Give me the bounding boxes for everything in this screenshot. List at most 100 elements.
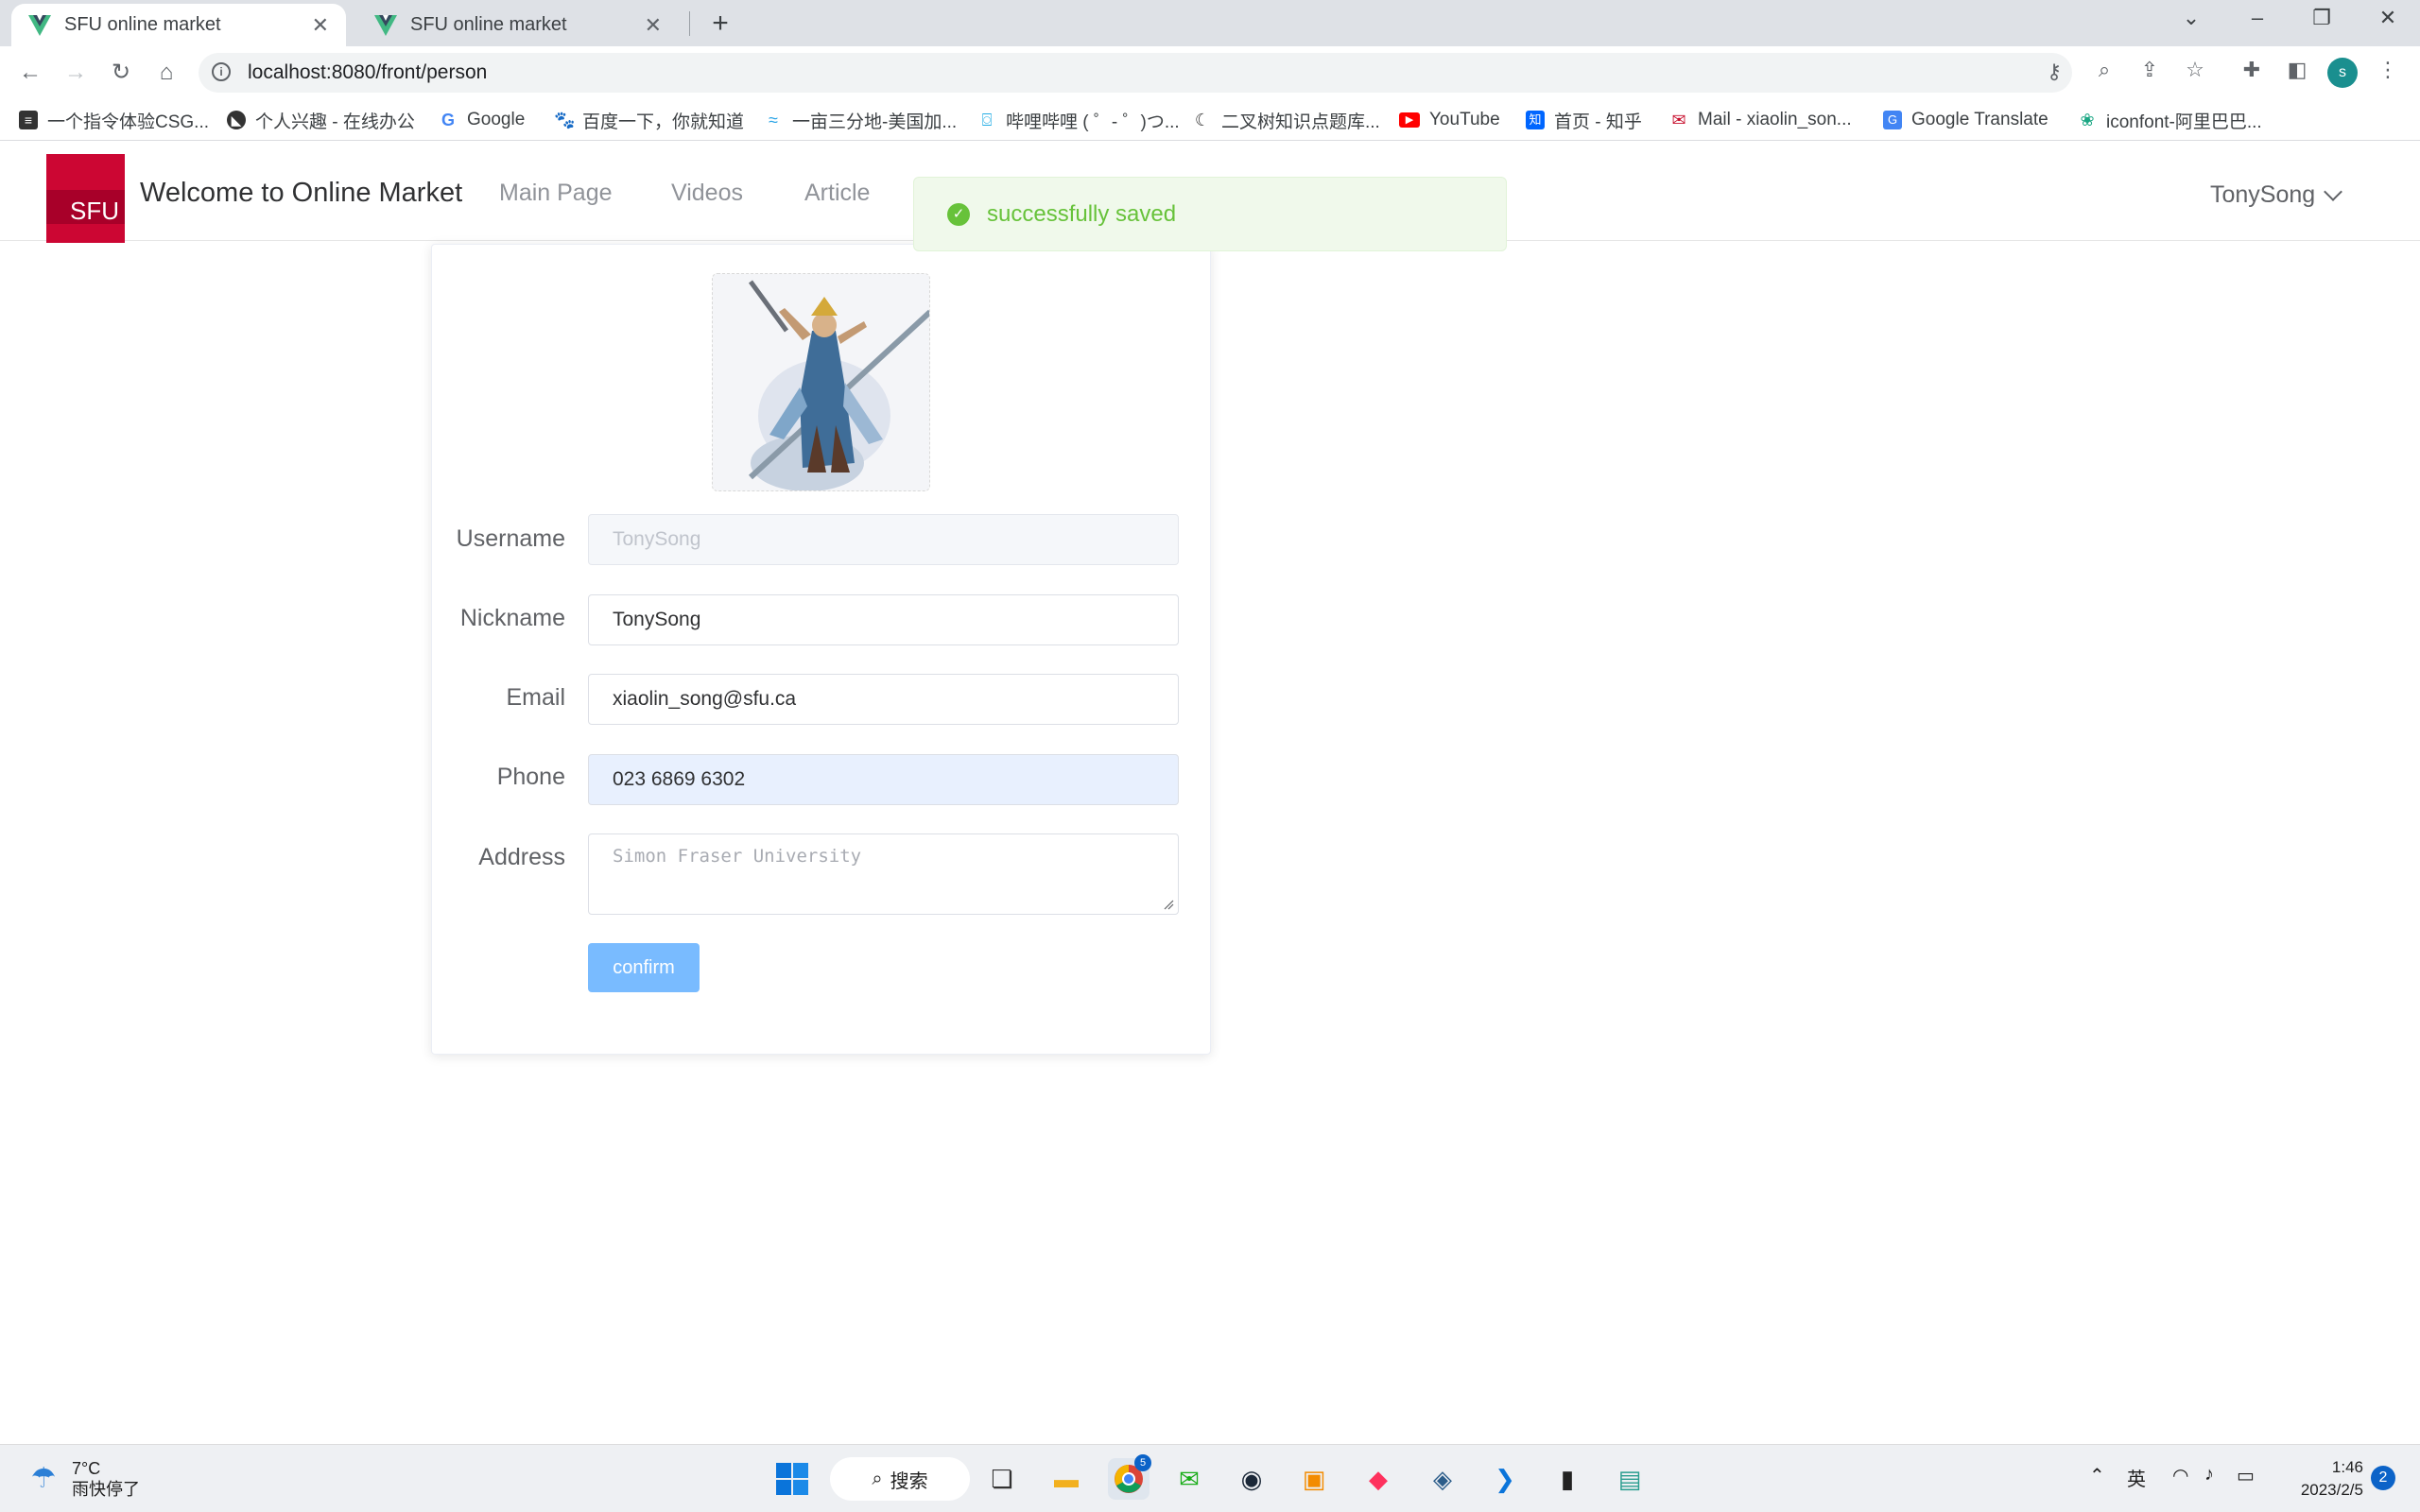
app-window-icon[interactable]: ▤ bbox=[1609, 1458, 1651, 1500]
bookmark-item[interactable]: G Google Translate bbox=[1883, 107, 2048, 133]
address-value: Simon Fraser University bbox=[613, 846, 862, 867]
battery-icon[interactable]: ▭ bbox=[2237, 1464, 2255, 1487]
address-bar[interactable]: i localhost:8080/front/person ⚷ bbox=[199, 53, 2072, 93]
user-dropdown[interactable]: TonySong bbox=[2210, 181, 2343, 209]
chevron-down-icon bbox=[2324, 181, 2343, 201]
check-circle-icon: ✓ bbox=[947, 202, 970, 226]
username-label-text: Username bbox=[456, 525, 565, 552]
share-icon[interactable]: ⇪ bbox=[2135, 58, 2165, 82]
rain-umbrella-icon: ☂ bbox=[30, 1463, 57, 1494]
browser-menu-icon[interactable]: ⋮ bbox=[2373, 58, 2403, 82]
restore-button[interactable]: ❐ bbox=[2303, 6, 2341, 30]
minimize-button[interactable]: – bbox=[2238, 6, 2276, 30]
menu-main-page[interactable]: Main Page bbox=[499, 180, 613, 207]
browser-tab[interactable]: SFU online market ✕ bbox=[357, 4, 679, 46]
site-title: Welcome to Online Market bbox=[140, 178, 463, 208]
google-icon: G bbox=[441, 111, 455, 129]
notification-badge[interactable]: 2 bbox=[2371, 1466, 2395, 1490]
mysql-workbench-icon[interactable]: ◈ bbox=[1422, 1458, 1463, 1500]
taskbar-search[interactable]: ⌕ 搜索 bbox=[830, 1457, 970, 1501]
browser-tab-bar: SFU online market ✕ SFU online market ✕ … bbox=[0, 0, 2420, 46]
iconfont-icon: ❀ bbox=[2080, 111, 2095, 129]
nickname-input[interactable]: TonySong bbox=[588, 594, 1179, 645]
bookmark-item[interactable]: ≡ 一个指令体验CSG... bbox=[19, 107, 209, 133]
intellij-icon[interactable]: ◆ bbox=[1357, 1458, 1399, 1500]
zoom-icon[interactable]: ⌕ bbox=[2089, 58, 2119, 82]
close-tab-icon[interactable]: ✕ bbox=[645, 13, 662, 38]
email-input[interactable]: xiaolin_song@sfu.ca bbox=[588, 674, 1179, 725]
file-explorer-icon[interactable]: ▬ bbox=[1046, 1458, 1087, 1500]
wechat-icon[interactable]: ✉ bbox=[1168, 1458, 1210, 1500]
zhihu-icon: 知 bbox=[1526, 111, 1545, 129]
bookmarks-bar: ≡ 一个指令体验CSG... ◣ 个人兴趣 - 在线办公 G Google 🐾 百度一下… bbox=[0, 99, 2420, 141]
volume-icon[interactable]: ♪ bbox=[2204, 1464, 2214, 1486]
system-clock[interactable]: 1:46 2023/2/5 bbox=[2284, 1456, 2363, 1502]
avatar-image bbox=[713, 274, 929, 490]
bookmark-item[interactable]: ☾ 二叉树知识点题库... bbox=[1193, 107, 1380, 133]
tab-divider bbox=[689, 11, 690, 36]
address-textarea[interactable]: Simon Fraser University bbox=[588, 833, 1179, 915]
reload-button[interactable]: ↻ bbox=[106, 58, 136, 88]
avatar-uploader[interactable] bbox=[712, 273, 930, 491]
csg-icon: ≡ bbox=[19, 111, 38, 129]
site-info-icon[interactable]: i bbox=[212, 62, 231, 81]
browser-tab-active[interactable]: SFU online market ✕ bbox=[11, 4, 346, 46]
bookmark-item[interactable]: ⌼ 哔哩哔哩 ( ゜- ゜)つ... bbox=[977, 107, 1180, 133]
browser-toolbar: ← → ↻ ⌂ i localhost:8080/front/person ⚷ … bbox=[0, 46, 2420, 99]
task-view-icon[interactable]: ❏ bbox=[981, 1458, 1023, 1500]
windows-logo-icon bbox=[776, 1463, 808, 1495]
new-tab-button[interactable]: + bbox=[705, 9, 735, 38]
profile-avatar[interactable]: s bbox=[2327, 58, 2358, 88]
sfu-logo[interactable]: SFU bbox=[46, 154, 125, 243]
home-button[interactable]: ⌂ bbox=[151, 58, 182, 88]
close-tab-icon[interactable]: ✕ bbox=[312, 13, 329, 38]
close-window-button[interactable]: ✕ bbox=[2369, 6, 2407, 30]
mail-icon: ✉ bbox=[1671, 111, 1686, 129]
bookmark-item[interactable]: ≈ 一亩三分地-美国加... bbox=[764, 107, 957, 133]
bookmark-item[interactable]: ✉ Mail - xiaolin_son... bbox=[1669, 107, 1851, 133]
bookmark-item[interactable]: G Google bbox=[439, 107, 525, 133]
bookmark-star-icon[interactable]: ☆ bbox=[2180, 58, 2210, 82]
terminal-icon[interactable]: ▮ bbox=[1547, 1458, 1588, 1500]
forward-button[interactable]: → bbox=[60, 58, 91, 88]
bookmark-item[interactable]: ▶ YouTube bbox=[1399, 107, 1500, 133]
vue-logo-icon bbox=[374, 14, 397, 36]
back-button[interactable]: ← bbox=[15, 58, 45, 88]
tab-search-icon[interactable]: ⌄ bbox=[2172, 6, 2210, 30]
steam-icon[interactable]: ◉ bbox=[1231, 1458, 1272, 1500]
bookmark-item[interactable]: 知首页 - 知乎 bbox=[1526, 107, 1642, 133]
phone-input[interactable]: 023 6869 6302 bbox=[588, 754, 1179, 805]
youtube-icon: ▶ bbox=[1399, 112, 1420, 128]
url-text[interactable]: localhost:8080/front/person bbox=[248, 61, 487, 84]
chrome-badge: 5 bbox=[1134, 1454, 1151, 1471]
resize-grip-icon[interactable] bbox=[1163, 899, 1174, 910]
bookmark-item[interactable]: ◣ 个人兴趣 - 在线办公 bbox=[227, 107, 415, 133]
key-icon[interactable]: ⚷ bbox=[2040, 60, 2068, 84]
show-hidden-icons-icon[interactable]: ⌃ bbox=[2089, 1464, 2105, 1487]
side-panel-icon[interactable]: ◧ bbox=[2282, 58, 2312, 82]
baidu-icon: 🐾 bbox=[554, 111, 576, 129]
confirm-button[interactable]: confirm bbox=[588, 943, 700, 992]
start-button[interactable] bbox=[771, 1458, 813, 1500]
menu-article[interactable]: Article bbox=[804, 180, 870, 207]
weather-temp: 7°C bbox=[72, 1459, 101, 1478]
tree-icon: ☾ bbox=[1194, 111, 1211, 129]
weather-widget[interactable]: ☂ 7°C 雨快停了 bbox=[26, 1458, 140, 1500]
bilibili-icon: ⌼ bbox=[981, 111, 993, 129]
menu-videos[interactable]: Videos bbox=[671, 180, 743, 207]
address-label: Address bbox=[478, 844, 565, 870]
bookmark-item[interactable]: 🐾 百度一下，你就知道 bbox=[554, 107, 744, 133]
chrome-taskbar-icon[interactable]: 5 bbox=[1108, 1454, 1151, 1500]
windows-taskbar: ☂ 7°C 雨快停了 ⌕ 搜索 ❏ ▬ 5 ✉ ◉ ▣ ◆ ◈ ❯ ▮ ▤ ⌃ … bbox=[0, 1444, 2420, 1512]
vscode-icon[interactable]: ❯ bbox=[1484, 1458, 1526, 1500]
vmware-icon[interactable]: ▣ bbox=[1293, 1458, 1335, 1500]
compass-icon: ◣ bbox=[227, 111, 246, 129]
ime-indicator[interactable]: 英 bbox=[2127, 1464, 2146, 1491]
nickname-label: Nickname bbox=[459, 605, 565, 631]
bookmark-item[interactable]: ❀ iconfont-阿里巴巴... bbox=[2078, 107, 2261, 133]
user-name: TonySong bbox=[2210, 181, 2316, 208]
phone-label: Phone bbox=[496, 764, 565, 790]
extensions-icon[interactable]: ✚ bbox=[2237, 58, 2267, 82]
1point3acres-icon: ≈ bbox=[769, 111, 778, 129]
wifi-icon[interactable]: ◠ bbox=[2172, 1464, 2188, 1487]
